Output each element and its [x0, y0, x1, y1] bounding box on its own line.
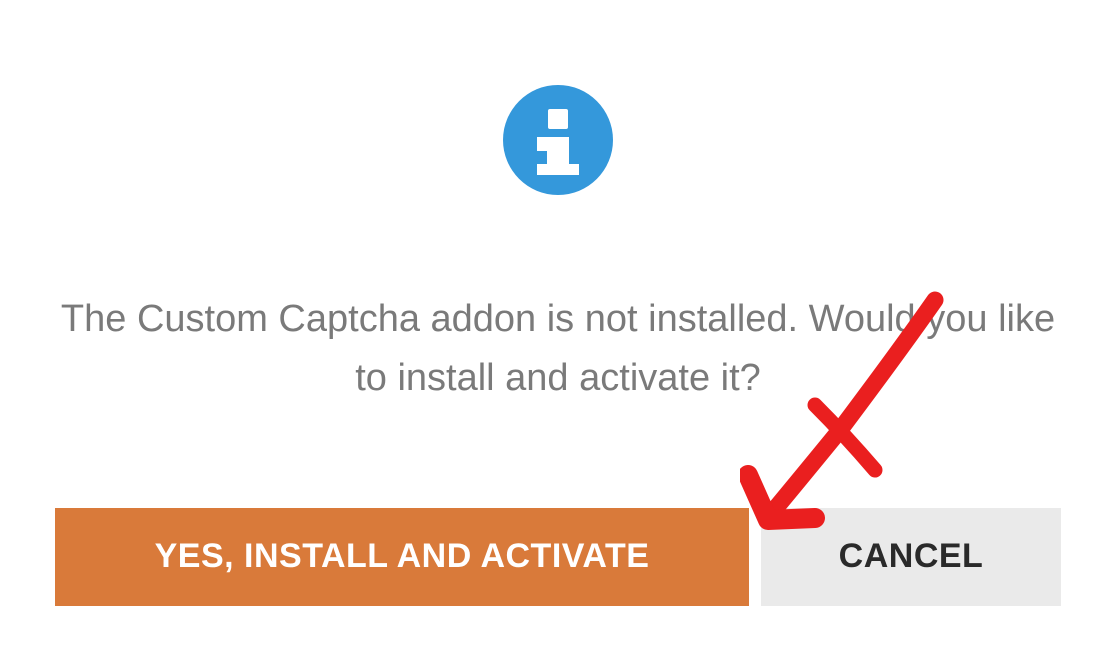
install-activate-button[interactable]: YES, INSTALL AND ACTIVATE	[55, 508, 749, 606]
info-icon-container	[503, 85, 613, 195]
info-icon	[503, 85, 613, 195]
dialog-message: The Custom Captcha addon is not installe…	[43, 290, 1073, 408]
cancel-button[interactable]: CANCEL	[761, 508, 1061, 606]
button-row: YES, INSTALL AND ACTIVATE CANCEL	[0, 508, 1116, 606]
